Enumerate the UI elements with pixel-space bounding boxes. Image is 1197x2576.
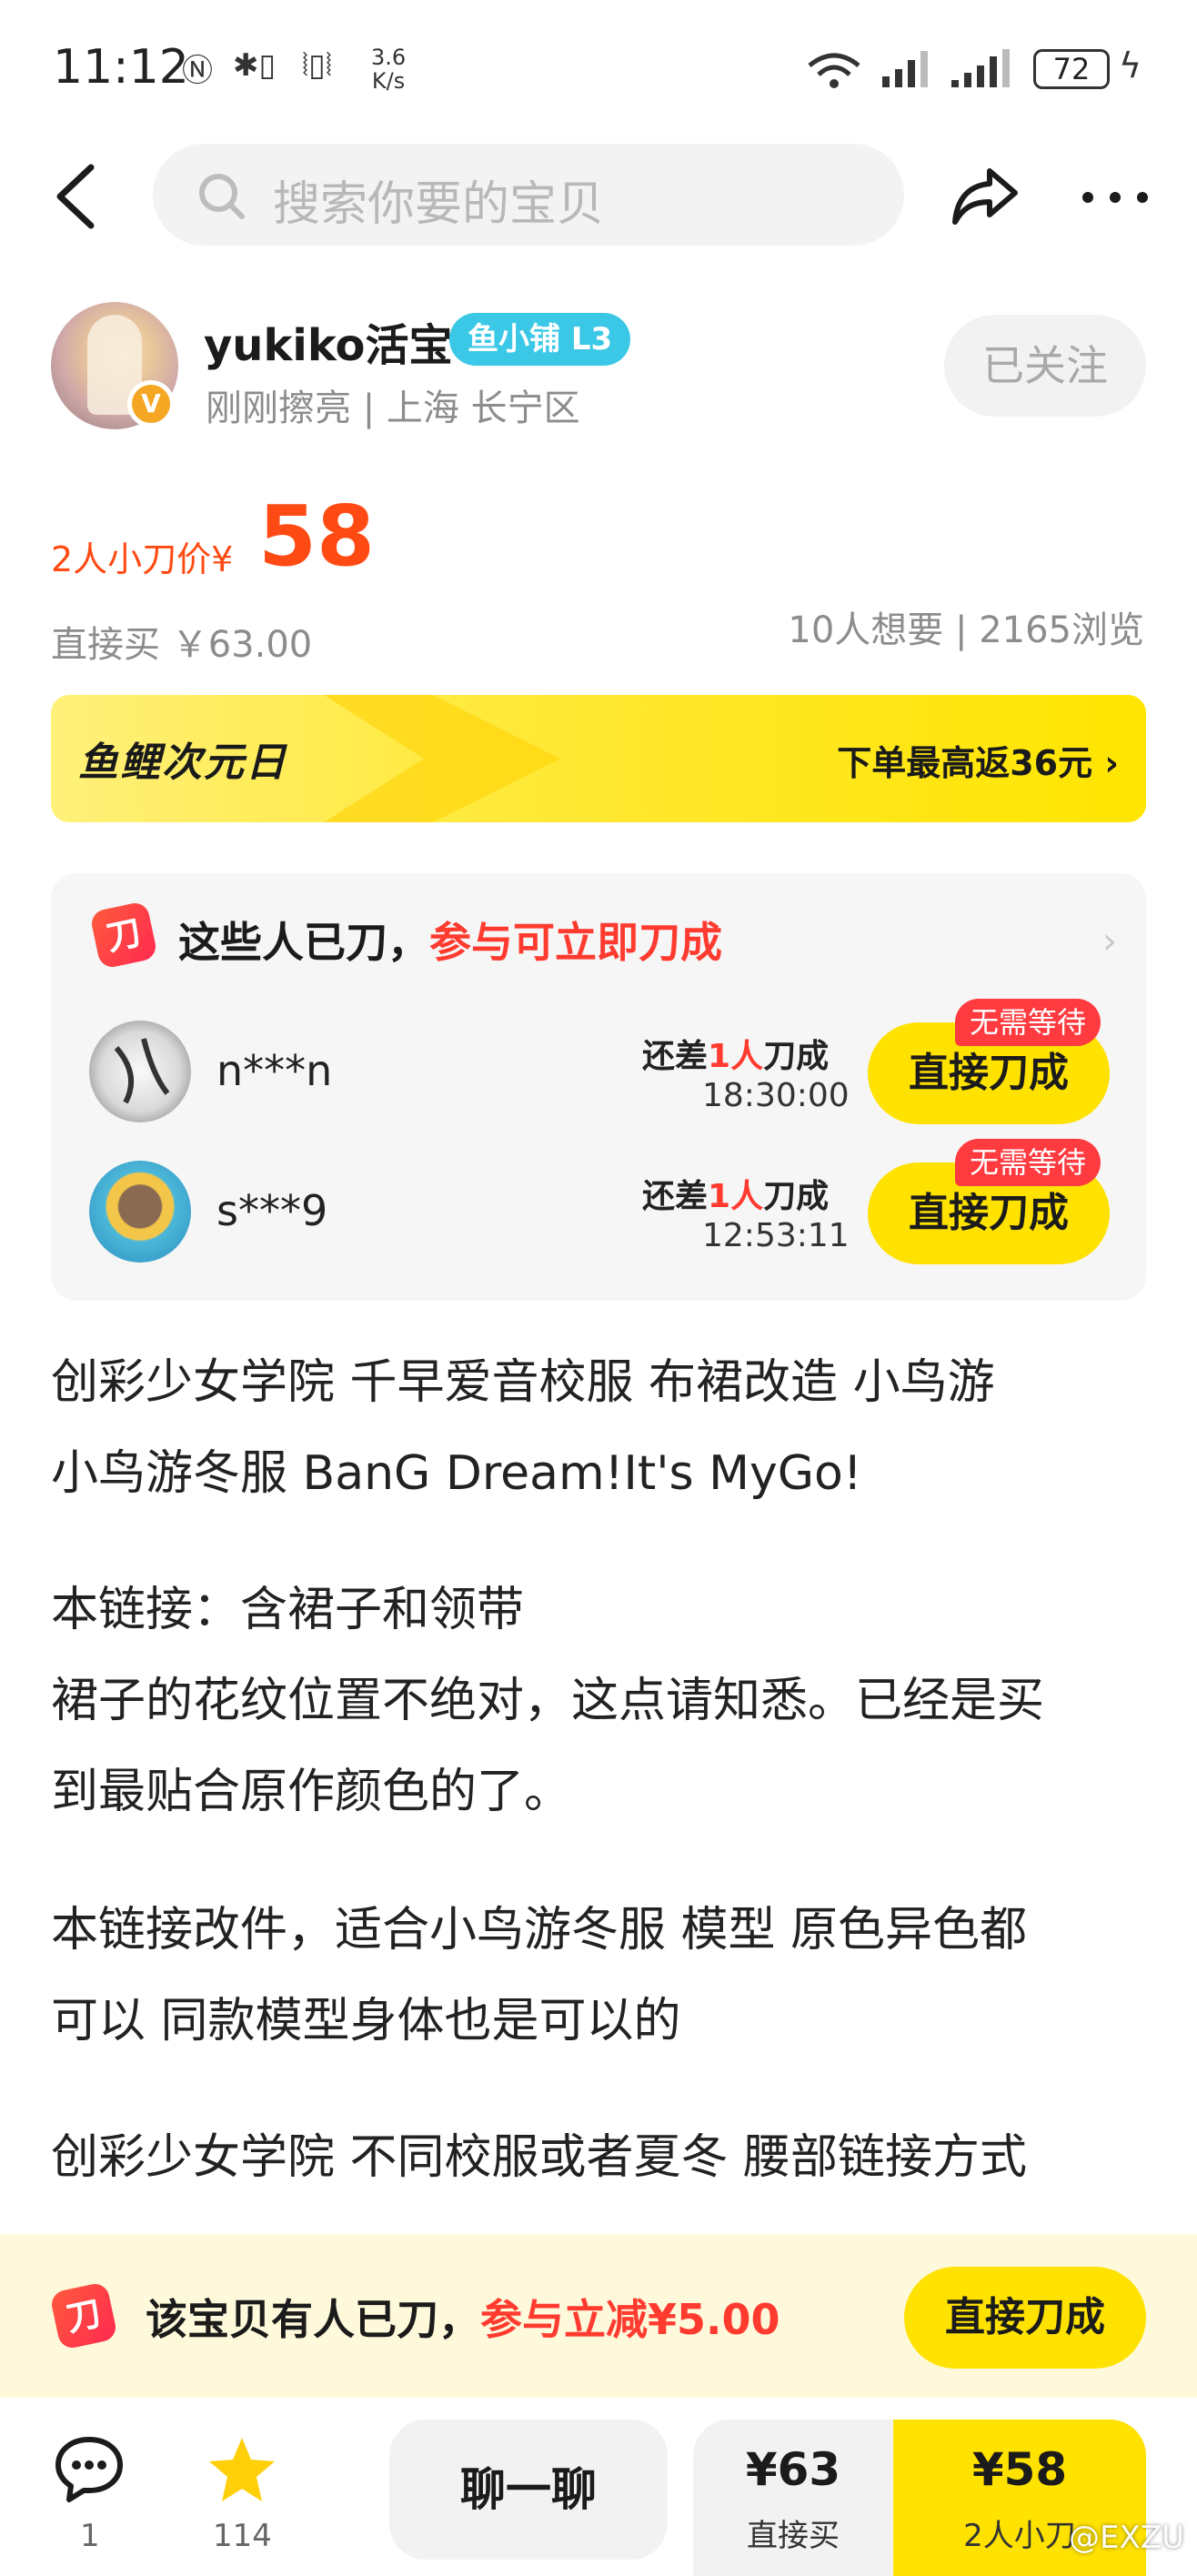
description-line: 裙子的花纹位置不绝对，这点请知悉。已经是买 xyxy=(51,1674,1045,1728)
seller-name[interactable]: yukiko活宝 xyxy=(204,309,452,373)
battery-indicator: 72 xyxy=(1033,49,1110,89)
verified-badge: V xyxy=(127,380,175,428)
share-icon[interactable] xyxy=(950,164,1022,227)
signal-icon-1 xyxy=(882,51,928,87)
cut-need-text: 还差1人刀成 xyxy=(642,1038,830,1075)
cut-promo-text: 该宝贝有人已刀，参与立减¥5.00 xyxy=(146,2295,780,2344)
user-name: s***9 xyxy=(216,1186,328,1235)
description-line: 可以 同款模型身体也是可以的 xyxy=(51,1994,681,2048)
description-line: 本链接改件，适合小鸟游冬服 模型 原色异色都 xyxy=(51,1903,1028,1957)
chevron-right-icon[interactable]: › xyxy=(1102,921,1117,962)
cut-card-title[interactable]: 这些人已刀，参与可立即刀成 xyxy=(178,910,722,970)
banner-logo: 鱼鲤次元日 xyxy=(78,740,287,786)
cut-countdown: 12:53:11 xyxy=(702,1217,850,1254)
no-wait-tag: 无需等待 xyxy=(955,1139,1101,1186)
net-speed: 3.6 K/s xyxy=(371,45,407,94)
promo-banner[interactable]: 鱼鲤次元日 下单最高返36元 › xyxy=(51,695,1146,822)
watermark: @EXZU xyxy=(1069,2520,1184,2556)
direct-buy-button[interactable]: ¥63 直接买 xyxy=(693,2420,893,2576)
user-avatar[interactable] xyxy=(89,1021,191,1122)
description-line: 本链接：含裙子和领带 xyxy=(51,1583,525,1637)
bottom-action-bar: 1 114 聊一聊 ¥63 直接买 ¥58 2人小刀 xyxy=(0,2398,1197,2576)
back-arrow-icon[interactable] xyxy=(51,162,102,231)
status-time: 11:12 xyxy=(53,40,189,95)
cut-promo-bar: 刀 该宝贝有人已刀，参与立减¥5.00 直接刀成 xyxy=(0,2234,1197,2398)
description-line: 小鸟游冬服 BanG Dream!It's MyGo! xyxy=(51,1446,862,1501)
more-options-icon[interactable] xyxy=(1079,175,1152,220)
cut-countdown: 18:30:00 xyxy=(702,1077,850,1114)
user-name: n***n xyxy=(216,1046,333,1095)
price-value: 58 xyxy=(258,488,376,585)
direct-cut-button[interactable]: 直接刀成 xyxy=(904,2267,1146,2369)
description-line: 到最贴合原作颜色的了。 xyxy=(51,1765,572,1819)
search-icon xyxy=(199,174,245,219)
vibrate-icon: ⦚▯⦚ xyxy=(302,47,332,84)
nfc-icon: Ⓝ xyxy=(182,53,213,89)
shop-level-badge[interactable]: 鱼小铺 L3 xyxy=(449,313,631,366)
cut-icon: 刀 xyxy=(49,2281,118,2350)
bluetooth-battery-icon: ✱▯ xyxy=(233,47,277,84)
no-wait-tag: 无需等待 xyxy=(955,999,1101,1046)
search-input[interactable]: 搜索你要的宝贝 xyxy=(273,166,604,234)
chat-button[interactable]: 聊一聊 xyxy=(389,2420,668,2560)
message-icon[interactable] xyxy=(53,2434,126,2507)
status-bar: 11:12 Ⓝ ✱▯ ⦚▯⦚ 3.6 K/s 72 ϟ xyxy=(0,0,1197,146)
direct-buy-price-label: ¥63 xyxy=(745,2443,841,2496)
description-line: 创彩少女学院 不同校服或者夏冬 腰部链接方式 xyxy=(51,2130,1028,2185)
price-label: 2人小刀价¥ xyxy=(51,539,234,579)
cut-row: s***9 还差1人刀成 12:53:11 直接刀成 无需等待 xyxy=(51,1139,1146,1277)
direct-buy-label: 直接买 xyxy=(747,2518,840,2554)
follow-button[interactable]: 已关注 xyxy=(944,315,1146,417)
item-stats: 10人想要 | 2165浏览 xyxy=(788,609,1144,651)
direct-buy-price: 直接买 ￥63.00 xyxy=(51,624,313,666)
search-bar[interactable]: 搜索你要的宝贝 xyxy=(153,144,904,246)
signal-icon-2 xyxy=(951,49,1010,87)
banner-rebate[interactable]: 下单最高返36元 › xyxy=(837,735,1119,785)
cut-need-text: 还差1人刀成 xyxy=(642,1178,830,1215)
wifi-icon xyxy=(808,53,860,88)
user-avatar[interactable] xyxy=(89,1161,191,1263)
cut-buy-price-label: ¥58 xyxy=(971,2443,1068,2496)
message-count: 1 xyxy=(80,2518,100,2554)
banner-stripe-decoration xyxy=(324,695,560,822)
favorite-count: 114 xyxy=(213,2518,272,2554)
charging-icon: ϟ xyxy=(1119,45,1142,86)
cut-row: n***n 还差1人刀成 18:30:00 直接刀成 无需等待 xyxy=(51,999,1146,1137)
seller-meta: 刚刚擦亮 | 上海 长宁区 xyxy=(206,387,580,429)
cut-card: 刀 这些人已刀，参与可立即刀成 › n***n 还差1人刀成 18:30:00 … xyxy=(51,873,1146,1301)
description-line: 创彩少女学院 千早爱音校服 布裙改造 小鸟游 xyxy=(51,1355,995,1410)
cut-icon: 刀 xyxy=(89,901,158,970)
favorite-star-icon[interactable] xyxy=(206,2434,278,2507)
